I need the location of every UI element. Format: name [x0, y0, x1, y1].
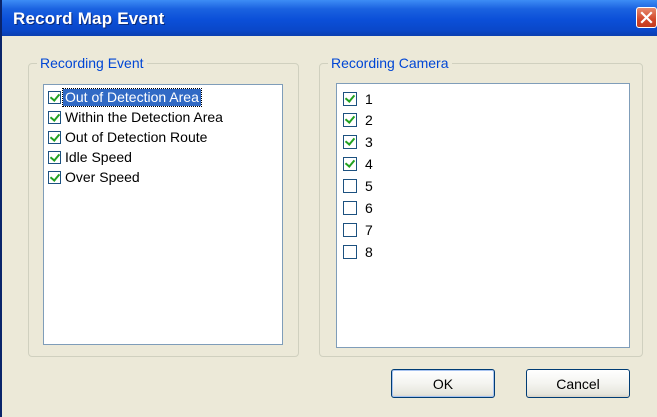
camera-item-label: 5: [365, 177, 373, 194]
event-item-out-of-detection-route[interactable]: Out of Detection Route: [48, 127, 209, 147]
recording-camera-list[interactable]: 1 2 3 4 5 6 7 8: [336, 83, 630, 348]
close-icon: [640, 11, 653, 24]
recording-event-label: Recording Event: [37, 55, 147, 71]
event-item-idle-speed[interactable]: Idle Speed: [48, 147, 134, 167]
camera-item-4[interactable]: 4: [343, 154, 375, 174]
camera-checkbox[interactable]: [343, 223, 357, 237]
camera-item-2[interactable]: 2: [343, 110, 375, 130]
camera-item-label: 8: [365, 243, 373, 260]
event-item-out-of-detection-area[interactable]: Out of Detection Area: [48, 87, 202, 107]
camera-checkbox[interactable]: [343, 113, 357, 127]
camera-item-label: 6: [365, 199, 373, 216]
event-item-over-speed[interactable]: Over Speed: [48, 167, 142, 187]
cancel-button[interactable]: Cancel: [526, 369, 630, 398]
event-item-label: Out of Detection Area: [62, 87, 202, 107]
event-checkbox[interactable]: [48, 110, 61, 124]
camera-checkbox[interactable]: [343, 92, 357, 106]
event-checkbox[interactable]: [48, 90, 61, 104]
camera-item-8[interactable]: 8: [343, 242, 375, 262]
camera-item-label: 4: [365, 155, 373, 172]
close-button[interactable]: [636, 7, 657, 28]
title-bar[interactable]: Record Map Event: [2, 0, 657, 36]
camera-checkbox[interactable]: [343, 179, 357, 193]
camera-checkbox[interactable]: [343, 201, 357, 215]
camera-checkbox[interactable]: [343, 135, 357, 149]
event-checkbox[interactable]: [48, 150, 61, 164]
event-item-within-detection-area[interactable]: Within the Detection Area: [48, 107, 225, 127]
camera-checkbox[interactable]: [343, 245, 357, 259]
camera-item-label: 2: [365, 111, 373, 128]
record-map-event-dialog: Record Map Event Recording Event Out of …: [0, 0, 657, 417]
recording-camera-group: Recording Camera 1 2 3 4 5 6 7 8: [319, 55, 643, 357]
event-item-label: Idle Speed: [65, 148, 132, 165]
camera-item-6[interactable]: 6: [343, 198, 375, 218]
camera-item-label: 1: [365, 90, 373, 107]
event-item-label: Over Speed: [65, 168, 140, 185]
recording-camera-label: Recording Camera: [328, 55, 452, 71]
camera-item-1[interactable]: 1: [343, 89, 375, 109]
recording-event-group: Recording Event Out of Detection Area Wi…: [28, 55, 299, 357]
event-item-label: Out of Detection Route: [65, 128, 208, 145]
camera-item-7[interactable]: 7: [343, 220, 375, 240]
event-checkbox[interactable]: [48, 170, 61, 184]
camera-item-label: 3: [365, 133, 373, 150]
camera-checkbox[interactable]: [343, 157, 357, 171]
camera-item-label: 7: [365, 221, 373, 238]
event-checkbox[interactable]: [48, 130, 61, 144]
event-item-label: Within the Detection Area: [65, 108, 223, 125]
window-title: Record Map Event: [13, 9, 165, 28]
camera-item-5[interactable]: 5: [343, 176, 375, 196]
camera-item-3[interactable]: 3: [343, 132, 375, 152]
recording-event-list[interactable]: Out of Detection Area Within the Detecti…: [43, 84, 283, 345]
ok-button[interactable]: OK: [391, 369, 495, 398]
